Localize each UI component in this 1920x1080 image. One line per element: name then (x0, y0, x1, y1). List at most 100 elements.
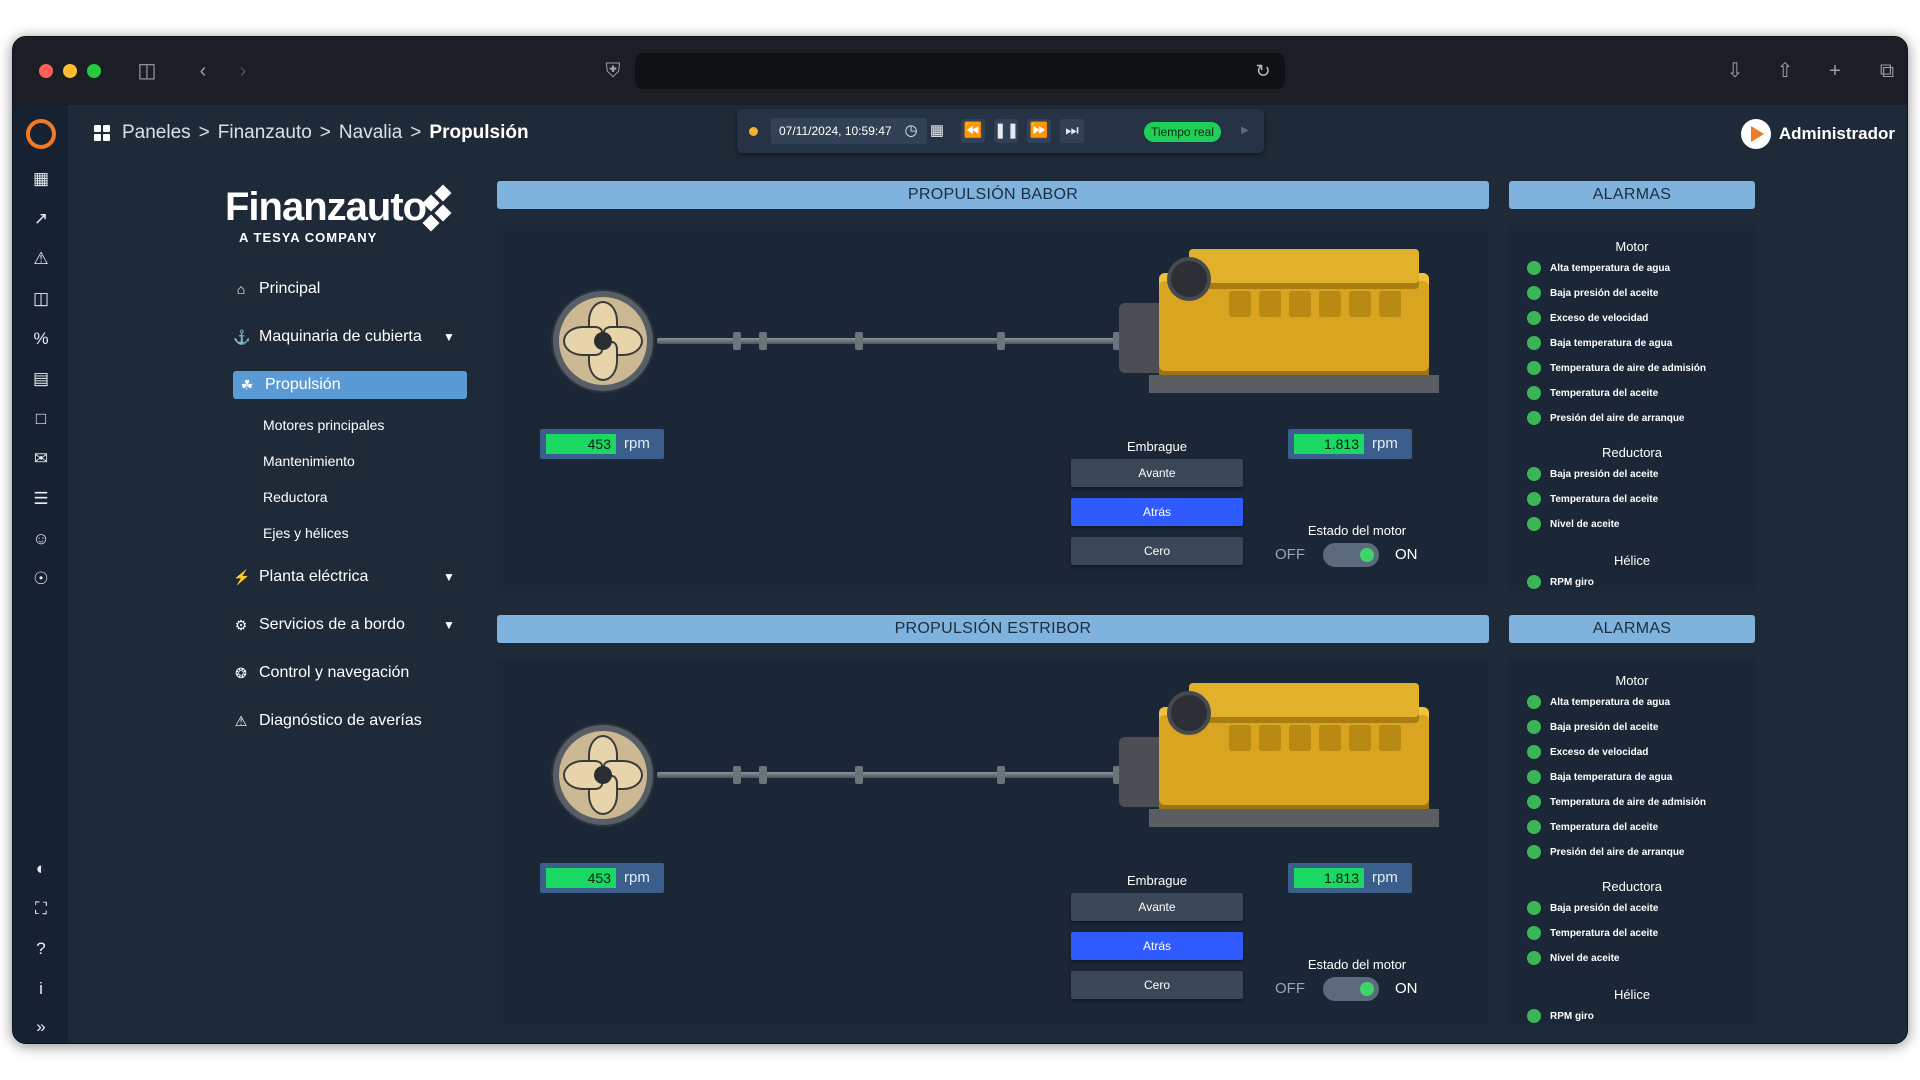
theme-icon[interactable]: ◐ (27, 855, 55, 883)
alarm-label: Nivel de aceite (1550, 952, 1620, 964)
dashboards-icon[interactable]: ▦ (27, 165, 55, 193)
clutch-neutral-button[interactable]: Cero (1071, 537, 1243, 565)
alarm-label: Baja presión del aceite (1550, 287, 1659, 299)
menu-item-principal[interactable]: ⌂ Principal (233, 275, 321, 303)
percent-icon[interactable]: % (27, 325, 55, 353)
users-icon[interactable]: ☺ (27, 525, 55, 553)
alarm-label: Nivel de aceite (1550, 518, 1620, 530)
user-name[interactable]: Administrador (1779, 124, 1895, 144)
clutch-neutral-button[interactable]: Cero (1071, 971, 1243, 999)
clutch-forward-button[interactable]: Avante (1071, 893, 1243, 921)
menu-item-planta[interactable]: ⚡ Planta eléctrica ▼ (233, 563, 455, 591)
top-bar: Paneles > Finanzauto > Navalia > Propuls… (68, 105, 1907, 161)
globe-icon[interactable]: ☉ (27, 565, 55, 593)
clock-icon[interactable]: ◷ (899, 119, 923, 143)
fullscreen-icon[interactable]: ⛶ (27, 895, 55, 923)
checklist-icon[interactable]: ☰ (27, 485, 55, 513)
alarm-item: Presión del aire de arranque (1527, 409, 1685, 427)
time-player: 07/11/2024, 10:59:47 ◷ ▦ ⏪ ❚❚ ⏩ ⏭ Tiempo… (737, 109, 1264, 153)
new-tab-icon[interactable]: + (1821, 57, 1849, 85)
download-icon[interactable]: ⇩ (1721, 57, 1749, 85)
document-icon[interactable]: □ (27, 405, 55, 433)
chart-icon[interactable]: ↗ (27, 205, 55, 233)
rewind-icon[interactable]: ⏪ (961, 119, 985, 143)
alarm-group-title: Motor (1615, 673, 1649, 688)
skip-to-end-icon[interactable]: ⏭ (1060, 119, 1084, 143)
sidebar-toggle-icon[interactable]: ◫ (133, 57, 161, 85)
breadcrumb-item[interactable]: Finanzauto (218, 122, 312, 144)
shaft-coupling (759, 766, 767, 784)
engine-state-label: Estado del motor (1307, 523, 1407, 538)
app-logo-icon[interactable] (26, 119, 56, 149)
alarm-item: Temperatura del aceite (1527, 384, 1658, 402)
alarm-label: Presión del aire de arranque (1550, 846, 1685, 858)
menu-item-control[interactable]: ❂ Control y navegación (233, 659, 409, 687)
menu-item-diagnostico[interactable]: ⚠ Diagnóstico de averías (233, 707, 422, 735)
alarm-label: Presión del aire de arranque (1550, 412, 1685, 424)
alarm-label: Temperatura del aceite (1550, 821, 1659, 833)
clutch-reverse-button[interactable]: Atrás (1071, 498, 1243, 526)
submenu-item-mantenimiento[interactable]: Mantenimiento (263, 451, 355, 471)
status-led-icon (1527, 770, 1541, 784)
shaft-coupling (759, 332, 767, 350)
clutch-label: Embrague (1127, 439, 1187, 454)
alarm-group-title: Hélice (1613, 987, 1651, 1002)
warning-icon: ⚠ (234, 712, 248, 729)
avatar[interactable] (1740, 119, 1771, 149)
engine-state-toggle[interactable] (1323, 977, 1379, 1001)
clutch-forward-button[interactable]: Avante (1071, 459, 1243, 487)
propeller-icon (553, 291, 653, 391)
expand-rail-icon[interactable]: » (27, 1013, 55, 1041)
reload-icon[interactable]: ↻ (1249, 57, 1277, 85)
shield-icon[interactable]: ⛨ (599, 57, 627, 85)
status-led-icon (1527, 901, 1541, 915)
status-led-icon (1527, 411, 1541, 425)
brand-logo: Finanzauto A TESYA COMPANY (225, 184, 465, 255)
fast-forward-icon[interactable]: ⏩ (1027, 119, 1051, 143)
alarm-label: Baja temperatura de agua (1550, 337, 1673, 349)
alarm-item: Baja presión del aceite (1527, 465, 1658, 483)
database-icon[interactable]: ◫ (27, 285, 55, 313)
info-icon[interactable]: i (27, 975, 55, 1003)
help-icon[interactable]: ? (27, 935, 55, 963)
alarm-item: Alta temperatura de agua (1527, 693, 1670, 711)
brand-mark-icon (422, 184, 457, 233)
minimize-window-button[interactable] (63, 64, 77, 78)
calendar-icon[interactable]: ▦ (925, 119, 949, 143)
alarm-item: Temperatura del aceite (1527, 818, 1658, 836)
on-label: ON (1395, 980, 1418, 997)
alarm-label: Temperatura de aire de admisión (1550, 796, 1706, 808)
share-icon[interactable]: ⇧ (1771, 57, 1799, 85)
engine-state-toggle[interactable] (1323, 543, 1379, 567)
menu-item-label: Servicios de a bordo (259, 616, 405, 633)
submenu-item-reductora[interactable]: Reductora (263, 487, 328, 507)
tabs-overview-icon[interactable]: ⧉ (1873, 57, 1901, 85)
alarm-item: Alta temperatura de agua (1527, 259, 1670, 277)
address-bar[interactable]: ↻ (635, 53, 1285, 89)
report-icon[interactable]: ▤ (27, 365, 55, 393)
alarm-item: Temperatura de aire de admisión (1527, 793, 1706, 811)
clutch-reverse-button[interactable]: Atrás (1071, 932, 1243, 960)
user-menu[interactable]: Administrador (1740, 119, 1895, 149)
live-badge[interactable]: Tiempo real (1144, 122, 1221, 142)
pause-icon[interactable]: ❚❚ (994, 119, 1019, 143)
alert-icon[interactable]: ⚠ (27, 245, 55, 273)
comment-icon[interactable]: ✉ (27, 445, 55, 473)
submenu-item-motores[interactable]: Motores principales (263, 415, 384, 435)
menu-item-maquinaria[interactable]: ⚓ Maquinaria de cubierta ▼ (233, 323, 455, 351)
propeller-icon (553, 725, 653, 825)
breadcrumb-item[interactable]: Navalia (339, 122, 402, 144)
menu-item-servicios[interactable]: ⚙ Servicios de a bordo ▼ (233, 611, 455, 639)
zoom-window-button[interactable] (87, 64, 101, 78)
forward-icon[interactable]: › (229, 57, 257, 85)
alarms-list: Motor Alta temperatura de agua Baja presió… (1509, 225, 1755, 591)
submenu-item-ejes[interactable]: Ejes y hélices (263, 523, 349, 543)
back-icon[interactable]: ‹ (189, 57, 217, 85)
alarm-group-title: Reductora (1602, 445, 1662, 460)
alarm-item: Temperatura del aceite (1527, 924, 1658, 942)
breadcrumb-item[interactable]: Paneles (122, 122, 191, 144)
status-led-icon (1527, 517, 1541, 531)
play-icon[interactable]: ▶ (1233, 119, 1257, 143)
menu-item-propulsion[interactable]: ☘ Propulsión (233, 371, 467, 399)
close-window-button[interactable] (39, 64, 53, 78)
